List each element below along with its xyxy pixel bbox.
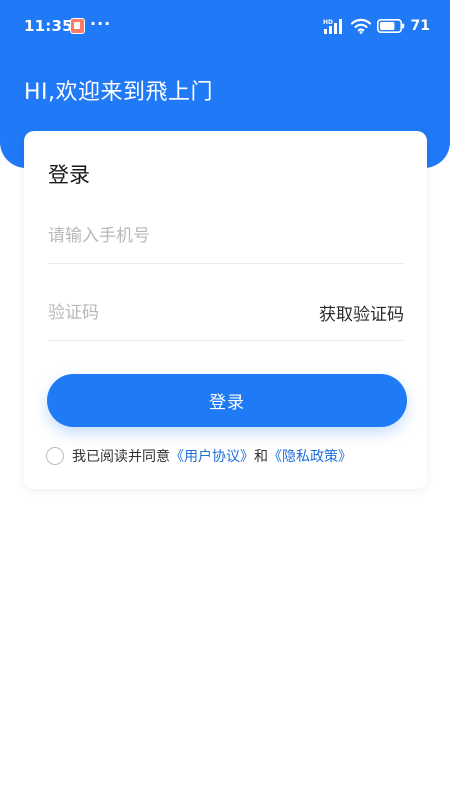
battery-icon [376, 19, 404, 33]
agree-checkbox[interactable] [46, 447, 64, 465]
notification-app-icon [70, 18, 85, 34]
status-right-icons: HD 71 [323, 16, 430, 36]
user-agreement-link[interactable]: 《用户协议》 [170, 446, 254, 466]
agreement-row: 我已阅读并同意 《用户协议》 和 《隐私政策》 [46, 446, 352, 466]
welcome-title: HI,欢迎来到飛上门 [24, 80, 214, 105]
status-time: 11:35 [24, 17, 73, 35]
phone-field [48, 208, 404, 264]
login-button[interactable]: 登录 [47, 374, 407, 427]
code-input[interactable] [48, 297, 288, 328]
login-card: 登录 获取验证码 登录 我已阅读并同意 《用户协议》 和 《隐私政策》 [24, 131, 427, 489]
status-bar: 11:35 ··· HD 71 [0, 0, 450, 54]
agreement-conjunction: 和 [254, 449, 268, 465]
phone-input[interactable] [48, 220, 288, 251]
hd-signal-icon: HD [323, 19, 342, 34]
svg-text:HD: HD [323, 19, 333, 26]
privacy-policy-link[interactable]: 《隐私政策》 [268, 446, 352, 466]
agreement-prefix: 我已阅读并同意 [72, 449, 170, 465]
battery-level: 71 [410, 18, 430, 34]
get-code-button[interactable]: 获取验证码 [319, 300, 404, 325]
wifi-icon [350, 18, 371, 34]
status-more: ··· [90, 14, 112, 33]
code-field: 获取验证码 [48, 285, 404, 341]
login-title: 登录 [48, 163, 90, 187]
